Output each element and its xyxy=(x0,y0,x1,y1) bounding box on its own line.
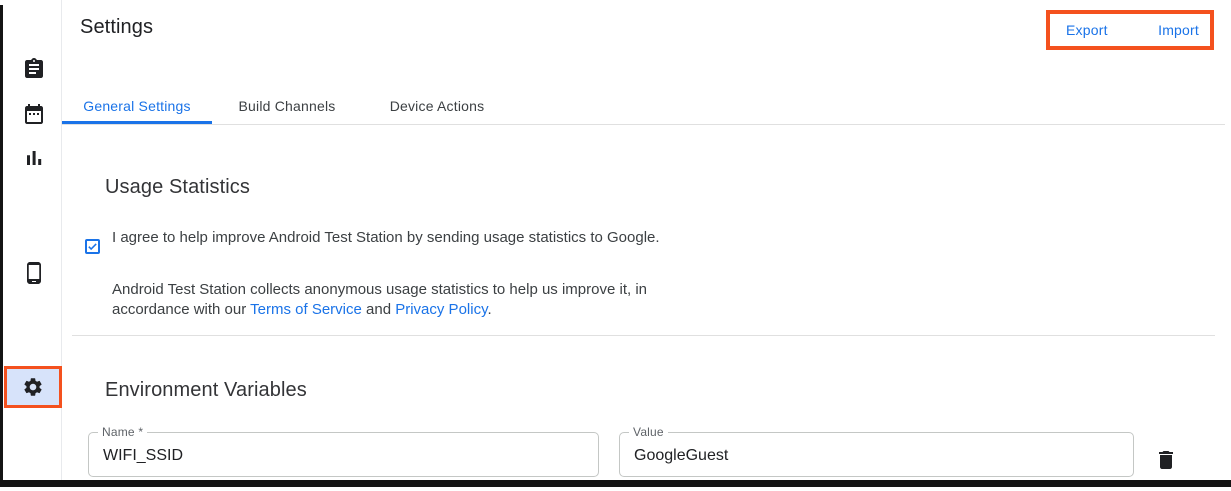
gear-icon[interactable] xyxy=(22,376,44,398)
tab-build-channels[interactable]: Build Channels xyxy=(212,88,362,124)
environment-variables-heading: Environment Variables xyxy=(105,379,307,402)
settings-page: Settings Export Import General Settings … xyxy=(0,0,1231,491)
section-divider xyxy=(72,335,1215,336)
usage-description-text: and xyxy=(362,301,395,318)
usage-statistics-heading: Usage Statistics xyxy=(105,176,250,199)
env-name-field: Name * xyxy=(88,432,599,477)
bar-chart-icon[interactable] xyxy=(22,146,46,170)
export-import-annotation-box: Export Import xyxy=(1046,10,1214,50)
settings-tabs: General Settings Build Channels Device A… xyxy=(62,88,512,124)
usage-consent-checkbox[interactable] xyxy=(85,239,100,254)
terms-of-service-link[interactable]: Terms of Service xyxy=(250,301,362,318)
usage-consent-label: I agree to help improve Android Test Sta… xyxy=(112,226,660,249)
window-frame-bottom xyxy=(0,480,1231,487)
privacy-policy-link[interactable]: Privacy Policy xyxy=(395,301,487,318)
page-title: Settings xyxy=(80,16,153,39)
env-name-input[interactable] xyxy=(89,433,598,476)
tab-general-settings[interactable]: General Settings xyxy=(62,88,212,124)
checkmark-icon xyxy=(87,241,98,252)
tab-device-actions[interactable]: Device Actions xyxy=(362,88,512,124)
import-button[interactable]: Import xyxy=(1158,22,1199,38)
smartphone-icon[interactable] xyxy=(22,261,46,285)
trash-icon xyxy=(1154,448,1178,472)
clipboard-icon[interactable] xyxy=(22,57,46,81)
settings-nav-annotation-box xyxy=(4,366,62,408)
calendar-icon[interactable] xyxy=(22,102,46,126)
tabs-divider xyxy=(62,124,1225,125)
delete-variable-button[interactable] xyxy=(1152,446,1180,474)
usage-description: Android Test Station collects anonymous … xyxy=(112,280,712,320)
sidebar xyxy=(3,0,62,480)
env-value-input[interactable] xyxy=(620,433,1133,476)
export-button[interactable]: Export xyxy=(1066,22,1108,38)
usage-description-text: . xyxy=(487,301,491,318)
env-value-field: Value xyxy=(619,432,1134,477)
